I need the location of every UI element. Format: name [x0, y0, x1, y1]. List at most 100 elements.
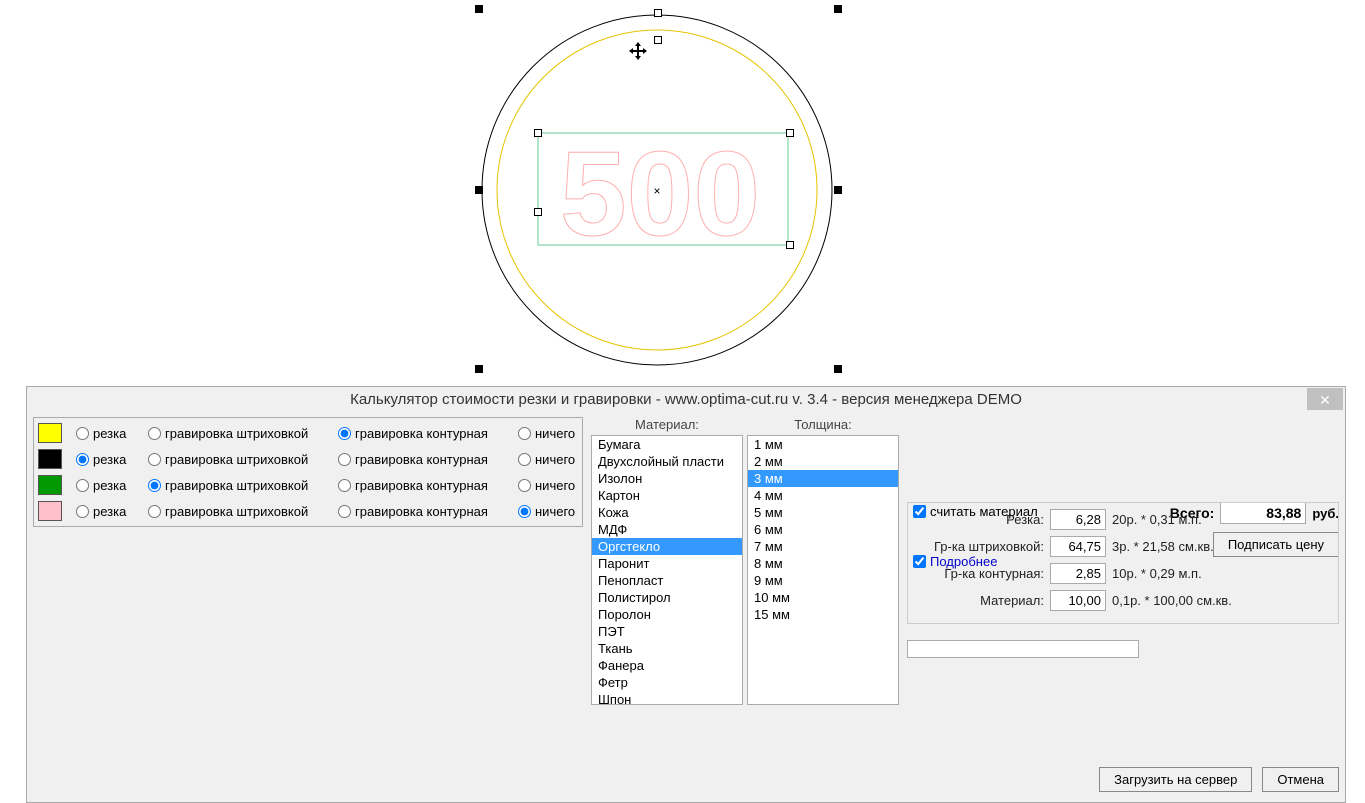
rect-handle[interactable]	[786, 129, 794, 137]
selection-handle[interactable]	[834, 5, 842, 13]
list-item[interactable]: Изолон	[592, 470, 742, 487]
list-item[interactable]: 4 мм	[748, 487, 898, 504]
details-panel: Резка: 6,28 20р. * 0,31 м.п. Гр-ка штрих…	[907, 502, 1339, 624]
selection-handle[interactable]	[654, 9, 662, 17]
list-item[interactable]: Поролон	[592, 606, 742, 623]
operation-radio-cut[interactable]: резка	[68, 504, 140, 519]
list-item[interactable]: Двухслойный пласти	[592, 453, 742, 470]
selection-handle[interactable]	[834, 186, 842, 194]
close-button[interactable]: ✕	[1307, 388, 1343, 410]
operation-radio-hatch[interactable]: гравировка штриховкой	[140, 478, 330, 493]
operation-radio-cut[interactable]: резка	[68, 426, 140, 441]
rect-handle[interactable]	[534, 129, 542, 137]
operation-radio-input[interactable]	[338, 453, 351, 466]
calculator-dialog: Калькулятор стоимости резки и гравировки…	[26, 386, 1346, 803]
list-item[interactable]: 8 мм	[748, 555, 898, 572]
operation-radio-label: гравировка штриховкой	[165, 452, 308, 467]
list-item[interactable]: Ткань	[592, 640, 742, 657]
color-swatch	[38, 449, 62, 469]
operation-radio-input[interactable]	[148, 479, 161, 492]
operation-radio-input[interactable]	[148, 505, 161, 518]
operation-radio-input[interactable]	[518, 505, 531, 518]
thickness-header: Толщина:	[747, 417, 899, 435]
drawing-canvas[interactable]: 500 ×	[0, 0, 1365, 380]
list-item[interactable]: 2 мм	[748, 453, 898, 470]
list-item[interactable]: 1 мм	[748, 436, 898, 453]
operation-radio-input[interactable]	[338, 505, 351, 518]
detail-value: 10,00	[1050, 590, 1106, 611]
detail-row-contour: Гр-ка контурная: 2,85 10р. * 0,29 м.п.	[914, 563, 1332, 584]
cancel-button[interactable]: Отмена	[1262, 767, 1339, 792]
upload-button[interactable]: Загрузить на сервер	[1099, 767, 1252, 792]
svg-text:×: ×	[653, 184, 660, 198]
operation-radio-none[interactable]: ничего	[510, 478, 580, 493]
detail-expr: 20р. * 0,31 м.п.	[1112, 512, 1332, 527]
detail-label: Гр-ка штриховкой:	[914, 539, 1044, 554]
list-item[interactable]: ПЭТ	[592, 623, 742, 640]
rect-handle[interactable]	[786, 241, 794, 249]
operation-radio-contour[interactable]: гравировка контурная	[330, 426, 510, 441]
operation-radio-label: резка	[93, 478, 126, 493]
color-swatch	[38, 501, 62, 521]
list-item[interactable]: 10 мм	[748, 589, 898, 606]
operation-radio-input[interactable]	[338, 427, 351, 440]
operation-radio-none[interactable]: ничего	[510, 426, 580, 441]
color-operation-panel: резкагравировка штриховкойгравировка кон…	[33, 417, 583, 527]
selection-handle[interactable]	[475, 5, 483, 13]
operation-radio-cut[interactable]: резка	[68, 452, 140, 467]
selection-handle[interactable]	[475, 186, 483, 194]
operation-radio-input[interactable]	[76, 479, 89, 492]
list-item[interactable]: 9 мм	[748, 572, 898, 589]
list-item[interactable]: Пенопласт	[592, 572, 742, 589]
thickness-listbox[interactable]: 1 мм2 мм3 мм4 мм5 мм6 мм7 мм8 мм9 мм10 м…	[747, 435, 899, 705]
operation-radio-input[interactable]	[518, 479, 531, 492]
color-row: резка гравировка штриховкой гравировка кон…	[36, 446, 580, 472]
selection-handle[interactable]	[834, 365, 842, 373]
list-item[interactable]: Паронит	[592, 555, 742, 572]
selection-handle[interactable]	[475, 365, 483, 373]
operation-radio-input[interactable]	[76, 427, 89, 440]
detail-label: Резка:	[914, 512, 1044, 527]
list-item[interactable]: МДФ	[592, 521, 742, 538]
list-item[interactable]: 6 мм	[748, 521, 898, 538]
rect-handle[interactable]	[534, 208, 542, 216]
operation-radio-label: ничего	[535, 452, 575, 467]
selection-handle[interactable]	[654, 36, 662, 44]
operation-radio-hatch[interactable]: гравировка штриховкой	[140, 426, 330, 441]
operation-radio-cut[interactable]: резка	[68, 478, 140, 493]
operation-radio-hatch[interactable]: гравировка штриховкой	[140, 504, 330, 519]
operation-radio-input[interactable]	[518, 453, 531, 466]
operation-radio-input[interactable]	[76, 453, 89, 466]
material-listbox[interactable]: БумагаДвухслойный пластиИзолонКартонКожа…	[591, 435, 743, 705]
list-item[interactable]: 5 мм	[748, 504, 898, 521]
list-item[interactable]: Кожа	[592, 504, 742, 521]
list-item[interactable]: Полистирол	[592, 589, 742, 606]
color-row: резкагравировка штриховкой гравировка кон…	[36, 420, 580, 446]
operation-radio-contour[interactable]: гравировка контурная	[330, 504, 510, 519]
list-item[interactable]: Бумага	[592, 436, 742, 453]
operation-radio-label: гравировка контурная	[355, 426, 488, 441]
operation-radio-label: гравировка контурная	[355, 478, 488, 493]
operation-radio-hatch[interactable]: гравировка штриховкой	[140, 452, 330, 467]
operation-radio-input[interactable]	[148, 453, 161, 466]
operation-radio-input[interactable]	[338, 479, 351, 492]
detail-value: 64,75	[1050, 536, 1106, 557]
list-item[interactable]: Фетр	[592, 674, 742, 691]
list-item[interactable]: Фанера	[592, 657, 742, 674]
list-item[interactable]: Оргстекло	[592, 538, 742, 555]
operation-radio-input[interactable]	[76, 505, 89, 518]
operation-radio-input[interactable]	[518, 427, 531, 440]
list-item[interactable]: 7 мм	[748, 538, 898, 555]
list-item[interactable]: Картон	[592, 487, 742, 504]
color-swatch	[38, 423, 62, 443]
list-item[interactable]: 3 мм	[748, 470, 898, 487]
detail-value: 6,28	[1050, 509, 1106, 530]
operation-radio-contour[interactable]: гравировка контурная	[330, 452, 510, 467]
list-item[interactable]: Шпон	[592, 691, 742, 705]
operation-radio-contour[interactable]: гравировка контурная	[330, 478, 510, 493]
operation-radio-input[interactable]	[148, 427, 161, 440]
operation-radio-none[interactable]: ничего	[510, 504, 580, 519]
list-item[interactable]: 15 мм	[748, 606, 898, 623]
operation-radio-none[interactable]: ничего	[510, 452, 580, 467]
color-swatch	[38, 475, 62, 495]
